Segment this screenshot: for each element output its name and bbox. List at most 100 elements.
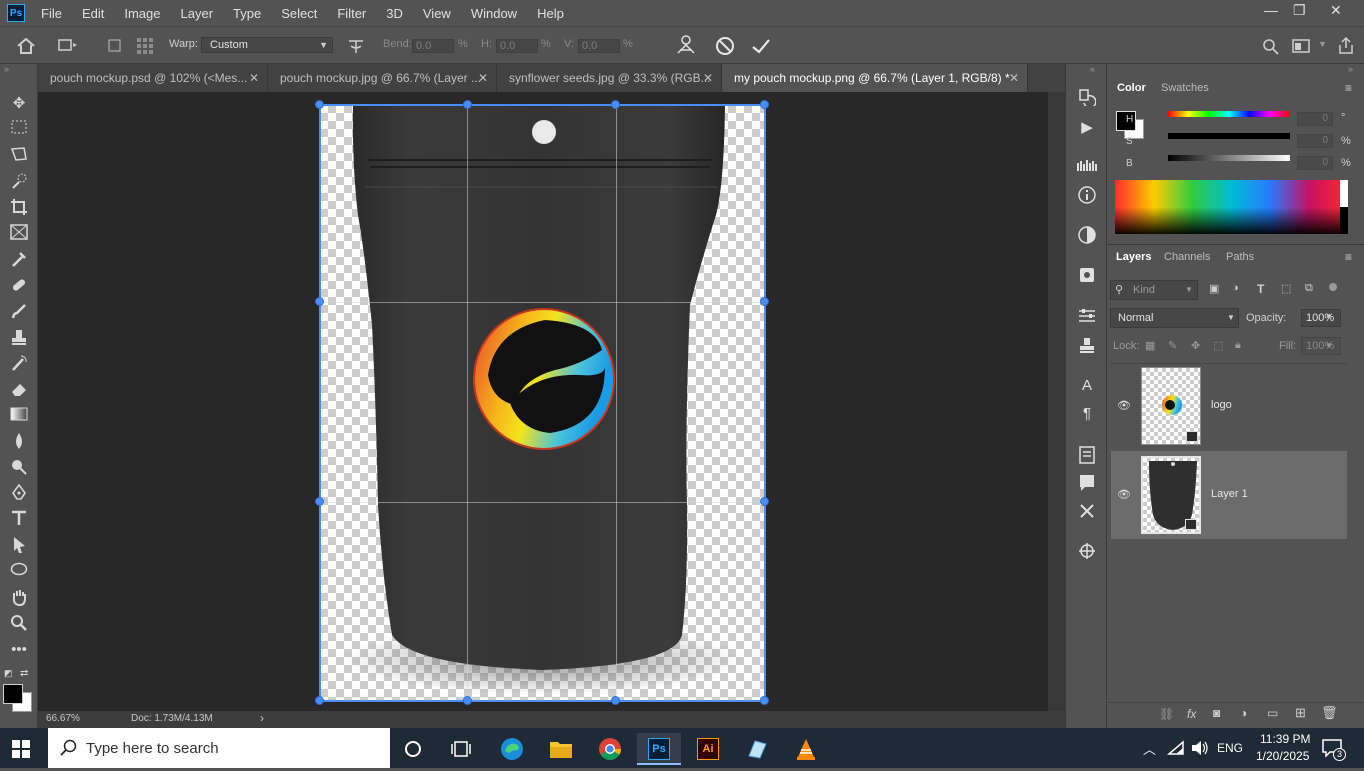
lasso-tool-icon[interactable] bbox=[9, 146, 29, 166]
tab-synflower-seeds[interactable]: synflower seeds.jpg @ 33.3% (RGB... ✕ bbox=[497, 64, 722, 92]
brushes-panel-icon[interactable] bbox=[1077, 158, 1097, 178]
color-panel-menu-icon[interactable]: ≡ bbox=[1345, 81, 1352, 95]
visibility-eye-icon[interactable]: 👁︎ bbox=[1117, 488, 1131, 502]
windows-start-icon[interactable] bbox=[12, 740, 30, 758]
cancel-transform-icon[interactable] bbox=[714, 35, 736, 57]
lock-position-icon[interactable]: ✥ bbox=[1191, 339, 1200, 352]
tab-layers[interactable]: Layers bbox=[1116, 251, 1151, 263]
warp-handle-right[interactable] bbox=[760, 497, 769, 506]
workspace-chevron-icon[interactable]: ▼ bbox=[1318, 39, 1327, 49]
brush-tool-icon[interactable] bbox=[9, 302, 29, 322]
warp-orientation-icon[interactable] bbox=[346, 37, 366, 55]
taskbar-search-box[interactable]: Type here to search bbox=[48, 728, 390, 768]
warp-handle-top-left[interactable] bbox=[315, 100, 324, 109]
warp-handle-bottom-right[interactable] bbox=[760, 696, 769, 705]
lock-pixels-icon[interactable]: ✎ bbox=[1168, 339, 1177, 352]
tab-channels[interactable]: Channels bbox=[1164, 251, 1210, 263]
tab-pouch-mockup-jpg[interactable]: pouch mockup.jpg @ 66.7% (Layer ... ✕ bbox=[268, 64, 497, 92]
layer-row-logo[interactable]: 👁︎ logo bbox=[1111, 362, 1347, 450]
chrome-icon[interactable] bbox=[588, 733, 632, 765]
adjustments-panel-icon[interactable] bbox=[1077, 226, 1097, 246]
warp-handle-right[interactable] bbox=[760, 297, 769, 306]
clock-date[interactable]: 1/20/2025 bbox=[1256, 749, 1309, 763]
search-icon[interactable] bbox=[1262, 38, 1280, 56]
tab-color[interactable]: Color bbox=[1117, 82, 1146, 94]
warp-handle-bottom[interactable] bbox=[611, 696, 620, 705]
layer-name[interactable]: Layer 1 bbox=[1211, 488, 1248, 500]
lock-transparent-icon[interactable]: ▦ bbox=[1145, 339, 1155, 352]
minimize-button[interactable]: — bbox=[1264, 2, 1278, 18]
close-icon[interactable]: ✕ bbox=[478, 64, 488, 92]
spectrum-white-chip[interactable] bbox=[1340, 180, 1348, 207]
language-indicator[interactable]: ENG bbox=[1217, 741, 1243, 755]
vertical-scrollbar[interactable] bbox=[1048, 92, 1065, 711]
warp-style-select[interactable]: Custom ▼ bbox=[201, 37, 333, 53]
warp-handle-top[interactable] bbox=[611, 100, 620, 109]
healing-brush-tool-icon[interactable] bbox=[9, 276, 29, 296]
shape-filter-icon[interactable]: ⬚ bbox=[1281, 282, 1291, 295]
edge-icon[interactable] bbox=[490, 733, 534, 765]
new-layer-icon[interactable]: ⊞ bbox=[1295, 705, 1306, 721]
crop-tool-icon[interactable] bbox=[9, 198, 29, 218]
blur-tool-icon[interactable] bbox=[9, 432, 29, 452]
path-selection-tool-icon[interactable] bbox=[9, 536, 29, 556]
smart-object-filter-icon[interactable]: ⧉ bbox=[1305, 282, 1313, 295]
fill-chevron-icon[interactable]: ▼ bbox=[1325, 341, 1333, 350]
foreground-color-swatch[interactable] bbox=[3, 684, 23, 704]
opacity-input[interactable]: 100% bbox=[1301, 309, 1341, 327]
layers-panel-menu-icon[interactable]: ≡ bbox=[1345, 250, 1352, 264]
close-icon[interactable]: ✕ bbox=[249, 64, 259, 92]
h-distortion-input[interactable]: 0.0 bbox=[496, 39, 538, 53]
zoom-tool-icon[interactable] bbox=[9, 614, 29, 634]
layer-style-fx-icon[interactable]: fx bbox=[1187, 707, 1196, 721]
photoshop-icon[interactable]: Ps bbox=[637, 733, 681, 765]
menu-image[interactable]: Image bbox=[124, 6, 160, 21]
zoom-level[interactable]: 66.67% bbox=[46, 713, 80, 724]
link-layers-icon[interactable]: ⛓︎ bbox=[1159, 707, 1174, 721]
history-brush-tool-icon[interactable] bbox=[9, 354, 29, 374]
warp-handle-top[interactable] bbox=[463, 100, 472, 109]
gradient-tool-icon[interactable] bbox=[9, 406, 29, 426]
warp-handle-bottom-left[interactable] bbox=[315, 696, 324, 705]
pen-tool-icon[interactable] bbox=[9, 483, 29, 504]
app-icon[interactable] bbox=[735, 733, 779, 765]
close-icon[interactable]: ✕ bbox=[1009, 64, 1019, 92]
color-spectrum[interactable] bbox=[1115, 180, 1348, 234]
add-mask-icon[interactable]: ◙ bbox=[1213, 706, 1220, 720]
ellipse-tool-icon[interactable] bbox=[9, 562, 29, 582]
paragraph-panel-icon[interactable]: ¶ bbox=[1077, 404, 1097, 424]
lock-all-icon[interactable]: 🔒︎ bbox=[1235, 339, 1241, 352]
layer-row-layer-1[interactable]: 👁︎ Layer 1 bbox=[1111, 451, 1347, 539]
type-filter-icon[interactable]: T bbox=[1257, 282, 1264, 296]
volume-icon[interactable] bbox=[1191, 740, 1209, 756]
close-icon[interactable]: ✕ bbox=[703, 64, 713, 92]
tab-my-pouch-mockup[interactable]: my pouch mockup.png @ 66.7% (Layer 1, RG… bbox=[722, 64, 1028, 92]
swap-colors-icon[interactable]: ⇄ bbox=[20, 668, 28, 679]
collapse-panel-icon[interactable]: » bbox=[1348, 64, 1353, 74]
v-distortion-input[interactable]: 0.0 bbox=[578, 39, 620, 53]
brightness-slider[interactable] bbox=[1168, 155, 1290, 161]
reference-point-grid-icon[interactable] bbox=[136, 37, 154, 55]
cortana-icon[interactable] bbox=[391, 733, 435, 765]
tool-presets-icon[interactable] bbox=[1077, 502, 1097, 522]
tab-pouch-mockup-psd[interactable]: pouch mockup.psd @ 102% (<Mes... ✕ bbox=[38, 64, 268, 92]
more-tools-icon[interactable]: ••• bbox=[9, 640, 29, 660]
libraries-panel-icon[interactable] bbox=[1077, 266, 1097, 286]
filter-toggle[interactable] bbox=[1329, 283, 1337, 291]
vlc-icon[interactable] bbox=[784, 733, 828, 765]
pixel-filter-icon[interactable]: ▣ bbox=[1209, 282, 1219, 295]
puppet-warp-icon[interactable] bbox=[674, 33, 698, 57]
fill-input[interactable]: 100% bbox=[1301, 337, 1341, 355]
actions-play-icon[interactable]: ▶ bbox=[1077, 118, 1097, 138]
menu-3d[interactable]: 3D bbox=[386, 6, 403, 21]
move-tool-icon[interactable]: ✥ bbox=[9, 94, 29, 114]
reference-point-checkbox[interactable] bbox=[108, 39, 122, 53]
menu-help[interactable]: Help bbox=[537, 6, 564, 21]
delete-layer-icon[interactable]: 🗑︎ bbox=[1321, 705, 1338, 721]
menu-select[interactable]: Select bbox=[281, 6, 317, 21]
history-panel-icon[interactable] bbox=[1077, 88, 1097, 109]
menu-view[interactable]: View bbox=[423, 6, 451, 21]
menu-filter[interactable]: Filter bbox=[337, 6, 366, 21]
workspace-icon[interactable] bbox=[1292, 38, 1312, 54]
blend-mode-select[interactable]: Normal ▼ bbox=[1110, 308, 1239, 328]
